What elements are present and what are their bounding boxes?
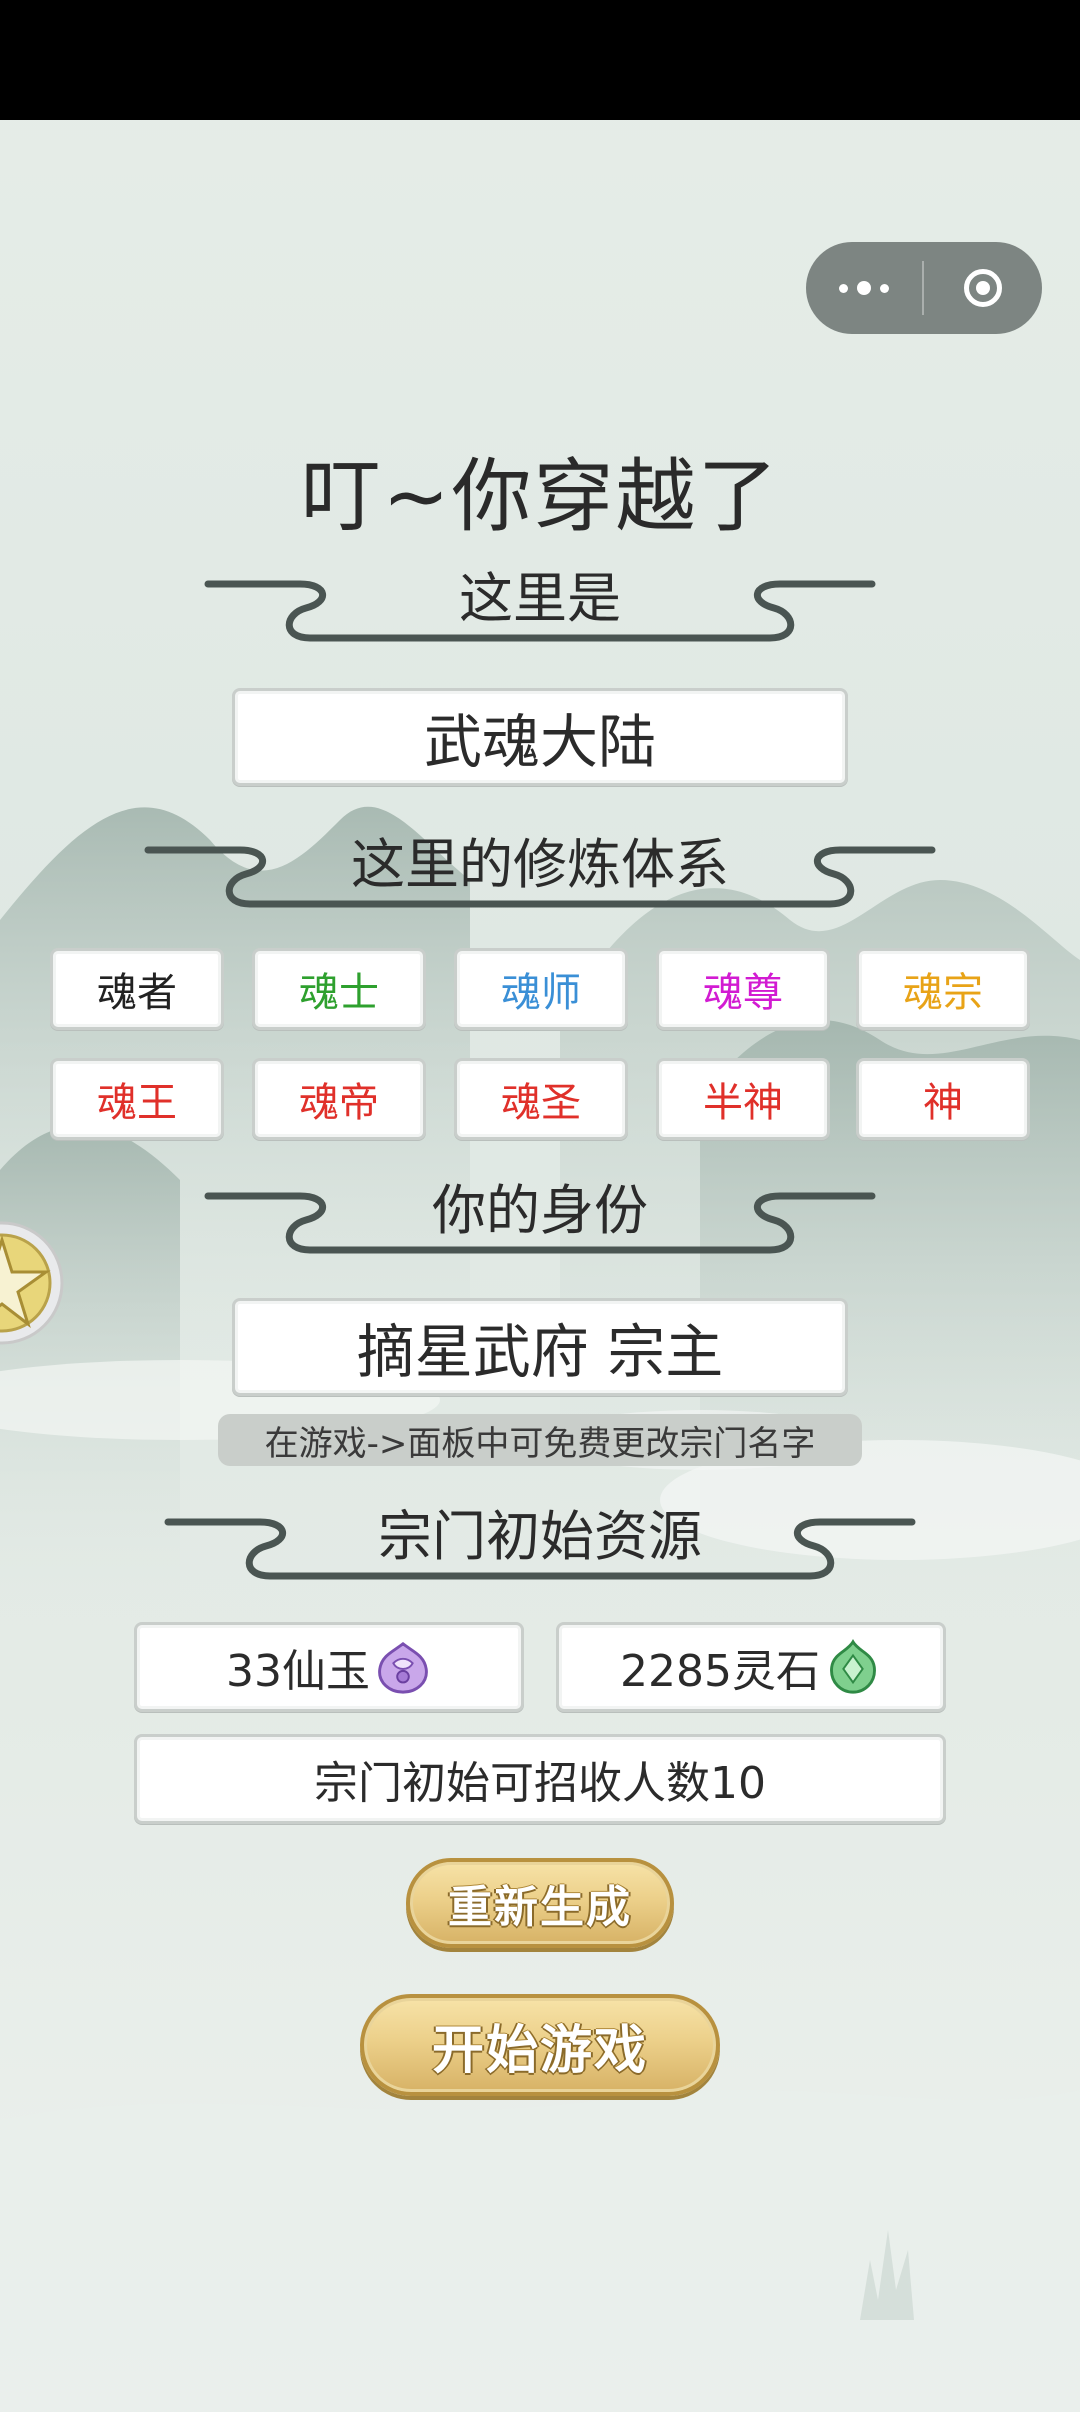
section-label-identity: 你的身份 [432, 1179, 648, 1242]
spirit-stone-resource-box: 2285灵石 [556, 1622, 946, 1712]
world-name-box: 武魂大陆 [232, 688, 848, 786]
spirit-stone-amount: 2285灵石 [620, 1646, 820, 1697]
target-close-icon[interactable] [924, 242, 1042, 334]
regenerate-button[interactable]: 重新生成 [406, 1858, 674, 1948]
jade-resource-box: 33仙玉 [134, 1622, 524, 1712]
realm-item: 魂圣 [454, 1058, 628, 1140]
realm-label: 魂宗 [903, 970, 983, 1016]
purple-jade-icon [378, 1641, 428, 1694]
jade-amount: 33仙玉 [226, 1646, 370, 1697]
page-title: 叮~你穿越了 [300, 450, 780, 543]
section-heading-resources: 宗门初始资源 [0, 1504, 1080, 1584]
realm-item: 魂者 [50, 948, 224, 1030]
realm-label: 魂帝 [299, 1080, 379, 1126]
realm-label: 魂士 [299, 970, 379, 1016]
status-bar [0, 0, 1080, 120]
realm-label: 半神 [703, 1080, 783, 1126]
green-spirit-stone-icon [830, 1639, 876, 1694]
realm-item: 魂尊 [656, 948, 830, 1030]
realm-label: 魂尊 [703, 970, 783, 1016]
realm-item: 半神 [656, 1058, 830, 1140]
recruit-capacity-box: 宗门初始可招收人数10 [134, 1734, 946, 1824]
realm-label: 魂王 [97, 1080, 177, 1126]
realm-item: 魂士 [252, 948, 426, 1030]
section-heading-world: 这里是 [0, 566, 1080, 646]
realm-item: 魂帝 [252, 1058, 426, 1140]
realm-row-1: 魂者 魂士 魂师 魂尊 魂宗 [0, 948, 1080, 1030]
realm-item: 魂宗 [856, 948, 1030, 1030]
realm-item: 神 [856, 1058, 1030, 1140]
realm-label: 魂圣 [501, 1080, 581, 1126]
identity-box: 摘星武府 宗主 [232, 1298, 848, 1396]
realm-label: 魂者 [97, 970, 177, 1016]
miniprogram-capsule [806, 242, 1042, 334]
start-game-button[interactable]: 开始游戏 [360, 1994, 720, 2096]
more-dots-icon[interactable] [806, 242, 922, 334]
realm-label: 魂师 [501, 970, 581, 1016]
rename-hint: 在游戏->面板中可免费更改宗门名字 [218, 1414, 862, 1466]
section-label-world: 这里是 [459, 567, 621, 630]
realm-item: 魂王 [50, 1058, 224, 1140]
section-label-system: 这里的修炼体系 [351, 833, 729, 896]
realm-row-2: 魂王 魂帝 魂圣 半神 神 [0, 1058, 1080, 1140]
section-heading-identity: 你的身份 [0, 1178, 1080, 1258]
section-heading-system: 这里的修炼体系 [0, 832, 1080, 912]
section-label-resources: 宗门初始资源 [378, 1505, 702, 1568]
realm-item: 魂师 [454, 948, 628, 1030]
realm-label: 神 [923, 1080, 963, 1126]
